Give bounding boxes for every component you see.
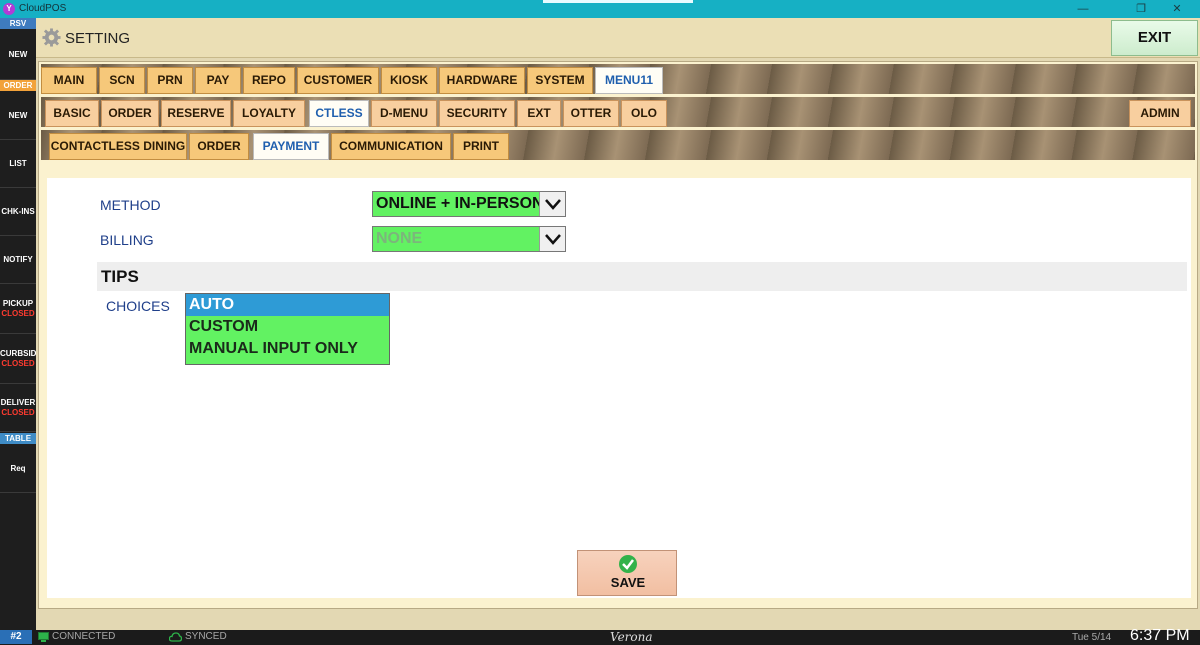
cloud-icon bbox=[169, 632, 182, 642]
gear-icon bbox=[42, 28, 61, 47]
tab-hardware[interactable]: HARDWARE bbox=[439, 67, 525, 94]
tab-ext[interactable]: EXT bbox=[517, 100, 561, 127]
sidebar-item-delivery[interactable]: DELIVER CLOSED bbox=[0, 384, 36, 432]
sidebar-item-label: CHK-INS bbox=[1, 207, 35, 216]
pickup-status: CLOSED bbox=[1, 309, 35, 318]
sidebar-item-list[interactable]: LIST bbox=[0, 140, 36, 188]
title-bar-highlight bbox=[543, 0, 693, 3]
choice-manual-input-only[interactable]: MANUAL INPUT ONLY bbox=[186, 338, 389, 360]
header: SETTING EXIT bbox=[36, 18, 1200, 58]
chevron-down-icon[interactable] bbox=[539, 192, 565, 216]
sidebar-item-curbside[interactable]: CURBSID CLOSED bbox=[0, 334, 36, 384]
sidebar-item-notify[interactable]: NOTIFY bbox=[0, 236, 36, 284]
method-select[interactable]: ONLINE + IN-PERSON bbox=[372, 191, 566, 217]
sidebar-item-order-new[interactable]: NEW bbox=[0, 92, 36, 140]
date: Tue 5/14 bbox=[1072, 632, 1112, 643]
billing-label: BILLING bbox=[100, 232, 154, 248]
settings-frame: MAIN SCN PRN PAY REPO CUSTOMER KIOSK HAR… bbox=[38, 61, 1198, 609]
sidebar-item-label: Req bbox=[10, 464, 26, 473]
connected-status: CONNECTED bbox=[52, 631, 116, 642]
sidebar-item-label: PICKUP bbox=[2, 299, 34, 308]
station-badge: #2 bbox=[0, 630, 32, 644]
payment-tab-row: CONTACTLESS DINING ORDER PAYMENT COMMUNI… bbox=[41, 130, 1195, 160]
exit-button[interactable]: EXIT bbox=[1111, 20, 1198, 56]
tab-scn[interactable]: SCN bbox=[99, 67, 145, 94]
save-button[interactable]: SAVE bbox=[577, 550, 677, 596]
status-bar: #2 CONNECTED SYNCED Verona Tue 5/14 6:37… bbox=[0, 627, 1200, 644]
tab-main[interactable]: MAIN bbox=[41, 67, 97, 94]
minimize-button[interactable]: — bbox=[1060, 0, 1106, 18]
tab-communication[interactable]: COMMUNICATION bbox=[331, 133, 451, 160]
sidebar-item-label: NEW bbox=[8, 111, 28, 120]
order-tag: ORDER bbox=[0, 80, 36, 91]
sidebar-item-rsv-new[interactable]: NEW bbox=[0, 30, 36, 80]
tab-reserve[interactable]: RESERVE bbox=[161, 100, 231, 127]
tab-security[interactable]: SECURITY bbox=[439, 100, 515, 127]
tab-system[interactable]: SYSTEM bbox=[527, 67, 593, 94]
choice-custom[interactable]: CUSTOM bbox=[186, 316, 389, 338]
curbside-status: CLOSED bbox=[1, 359, 35, 368]
save-label: SAVE bbox=[610, 575, 646, 590]
clock: 6:37 PM bbox=[1130, 627, 1190, 644]
tab-d-menu[interactable]: D-MENU bbox=[371, 100, 437, 127]
tab-olo[interactable]: OLO bbox=[621, 100, 667, 127]
title-bar: Y CloudPOS — ❐ ✕ bbox=[0, 0, 1200, 18]
tips-choices-list[interactable]: AUTO CUSTOM MANUAL INPUT ONLY bbox=[185, 293, 390, 365]
left-sidebar: RSV NEW ORDER NEW LIST CHK-INS NOTIFY PI… bbox=[0, 18, 36, 630]
rsv-tag: RSV bbox=[0, 18, 36, 29]
tab-prn[interactable]: PRN bbox=[147, 67, 193, 94]
method-label: METHOD bbox=[100, 197, 161, 213]
sub-tab-row: BASIC ORDER RESERVE LOYALTY CTLESS D-MEN… bbox=[41, 97, 1195, 127]
main-tab-row: MAIN SCN PRN PAY REPO CUSTOMER KIOSK HAR… bbox=[41, 64, 1195, 94]
chevron-down-icon[interactable] bbox=[539, 227, 565, 251]
sidebar-item-label: CURBSID bbox=[0, 349, 37, 358]
tab-payment[interactable]: PAYMENT bbox=[253, 133, 329, 160]
delivery-status: CLOSED bbox=[1, 408, 35, 417]
tips-heading: TIPS bbox=[97, 262, 1187, 291]
table-tag: TABLE bbox=[0, 433, 36, 444]
sync-status: SYNCED bbox=[185, 631, 227, 642]
tab-ctless[interactable]: CTLESS bbox=[309, 100, 369, 127]
billing-select[interactable]: NONE bbox=[372, 226, 566, 252]
page-title: SETTING bbox=[65, 30, 131, 47]
tab-order[interactable]: ORDER bbox=[189, 133, 249, 160]
sidebar-item-check-ins[interactable]: CHK-INS bbox=[0, 188, 36, 236]
app-icon: Y bbox=[3, 3, 15, 15]
tab-repo[interactable]: REPO bbox=[243, 67, 295, 94]
payment-settings-panel: METHOD ONLINE + IN-PERSON BILLING NONE T… bbox=[47, 178, 1191, 598]
tab-loyalty[interactable]: LOYALTY bbox=[233, 100, 305, 127]
tab-contactless-dining[interactable]: CONTACTLESS DINING bbox=[49, 133, 187, 160]
tab-basic[interactable]: BASIC bbox=[45, 100, 99, 127]
tab-customer[interactable]: CUSTOMER bbox=[297, 67, 379, 94]
tab-pay[interactable]: PAY bbox=[195, 67, 241, 94]
connected-icon bbox=[38, 632, 49, 642]
method-value: ONLINE + IN-PERSON bbox=[376, 195, 544, 212]
sidebar-item-label: NOTIFY bbox=[3, 255, 33, 264]
tab-print[interactable]: PRINT bbox=[453, 133, 509, 160]
window-title: CloudPOS bbox=[19, 3, 67, 14]
tab-order[interactable]: ORDER bbox=[101, 100, 159, 127]
sidebar-item-pickup[interactable]: PICKUP CLOSED bbox=[0, 284, 36, 334]
store-name: Verona bbox=[610, 630, 653, 644]
settings-window: SETTING EXIT MAIN SCN PRN PAY REPO CUSTO… bbox=[36, 18, 1200, 630]
close-window-button[interactable]: ✕ bbox=[1154, 0, 1200, 18]
check-icon bbox=[619, 555, 637, 573]
tab-menu11[interactable]: MENU11 bbox=[595, 67, 663, 94]
sidebar-item-label: DELIVER bbox=[0, 398, 36, 407]
choices-label: CHOICES bbox=[106, 298, 170, 314]
sidebar-item-label: LIST bbox=[9, 159, 27, 168]
tab-kiosk[interactable]: KIOSK bbox=[381, 67, 437, 94]
billing-value: NONE bbox=[376, 230, 423, 247]
choice-auto[interactable]: AUTO bbox=[186, 294, 389, 316]
sidebar-item-label: NEW bbox=[8, 50, 28, 59]
sidebar-item-req[interactable]: Req bbox=[0, 445, 36, 493]
tab-otter[interactable]: OTTER bbox=[563, 100, 619, 127]
tab-admin[interactable]: ADMIN bbox=[1129, 100, 1191, 127]
